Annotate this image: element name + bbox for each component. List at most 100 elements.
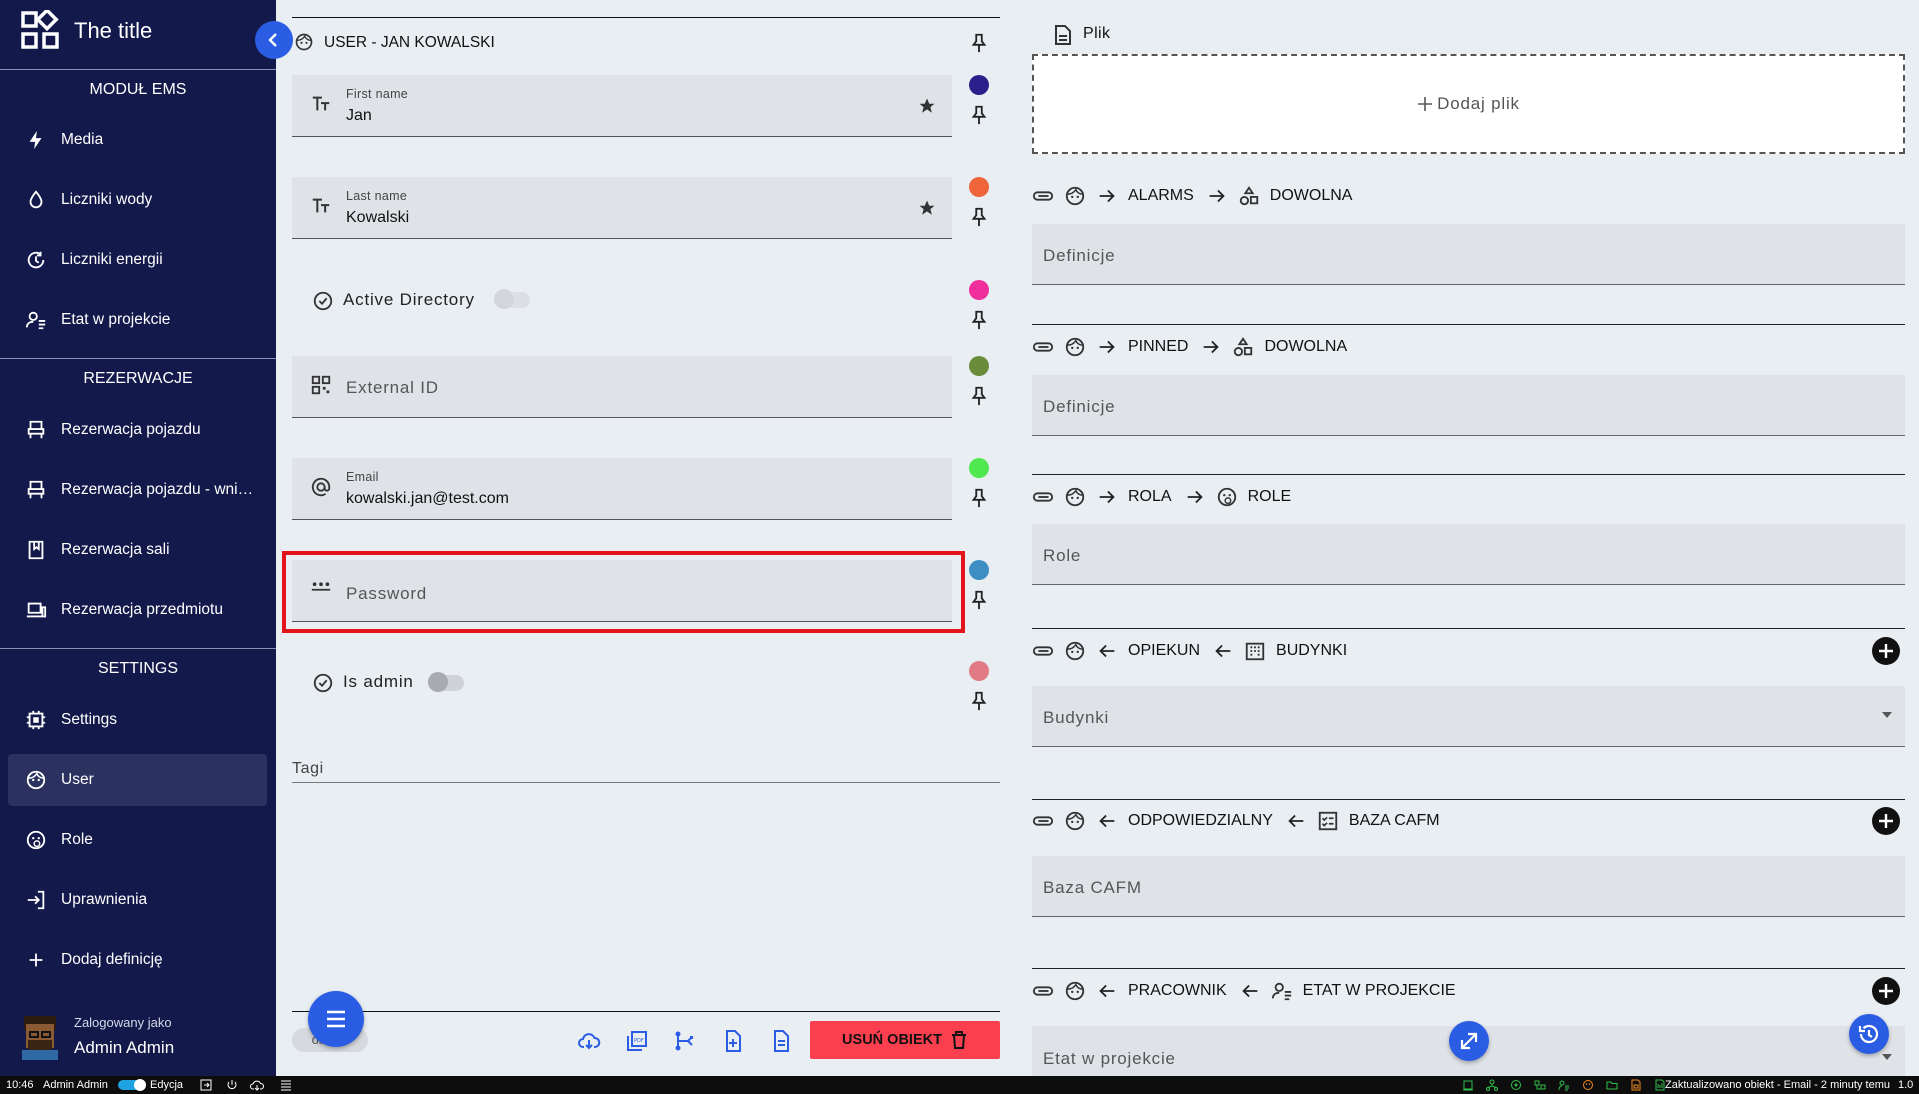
history-button[interactable] — [1849, 1014, 1889, 1054]
color-dot[interactable] — [969, 458, 989, 478]
relation-input-placeholder: Definicje — [1043, 246, 1116, 265]
sidebar-item-label: Rezerwacja przedmiotu — [61, 601, 223, 618]
last-name-value: Kowalski — [346, 209, 410, 226]
add-relation-button[interactable] — [1872, 977, 1900, 1005]
pin-icon[interactable] — [968, 206, 990, 228]
sidebar-item-rezerwacja-pojazdu[interactable]: Rezerwacja pojazdu — [8, 404, 267, 456]
sidebar-item-rezerwacja-sali[interactable]: Rezerwacja sali — [8, 524, 267, 576]
color-dot[interactable] — [969, 75, 989, 95]
relation-header-alarms: ALARMS DOWOLNA — [1032, 181, 1364, 211]
logout-icon[interactable] — [200, 1079, 212, 1091]
sidebar-item-user[interactable]: User — [8, 754, 267, 806]
sidebar-item-label: Role — [61, 831, 93, 848]
delete-object-label: USUŃ OBIEKT — [842, 1032, 942, 1048]
color-dot[interactable] — [969, 560, 989, 580]
qr-code-icon — [311, 375, 331, 395]
sidebar: The title MODUŁ EMS Media Liczniki wody … — [0, 0, 276, 1076]
password-field[interactable]: Password — [292, 560, 952, 622]
sidebar-item-role[interactable]: Role — [8, 814, 267, 866]
cloud-download-icon[interactable] — [577, 1029, 601, 1053]
color-dot[interactable] — [969, 661, 989, 681]
workflow-icon[interactable] — [673, 1029, 697, 1053]
pin-icon[interactable] — [968, 589, 990, 611]
relation-input-pinned[interactable]: Definicje — [1032, 375, 1905, 436]
pin-icon[interactable] — [968, 385, 990, 407]
email-value: kowalski.jan@test.com — [346, 490, 509, 507]
status-orange-icon-2[interactable] — [1630, 1079, 1642, 1091]
sidebar-item-settings[interactable]: Settings — [8, 694, 267, 746]
is-admin-toggle[interactable] — [428, 672, 464, 692]
status-green-icon-2[interactable] — [1486, 1079, 1498, 1091]
power-icon[interactable] — [226, 1079, 238, 1091]
first-name-field[interactable]: First name Jan — [292, 75, 952, 137]
arrow-right-icon — [1099, 340, 1115, 354]
pin-icon[interactable] — [968, 309, 990, 331]
status-green-icon-4[interactable] — [1534, 1079, 1546, 1091]
add-file-dropzone[interactable]: Dodaj plik — [1032, 54, 1905, 154]
relation-name: ROLA — [1128, 488, 1172, 505]
add-relation-button[interactable] — [1872, 637, 1900, 665]
relation-input-placeholder: Etat w projekcie — [1043, 1049, 1176, 1068]
attachment-icon — [1032, 342, 1054, 352]
sidebar-item-etat-w-projekcie[interactable]: Etat w projekcie — [8, 294, 267, 346]
attachment-icon — [1032, 492, 1054, 502]
add-relation-button[interactable] — [1872, 807, 1900, 835]
status-green-icon-6[interactable] — [1606, 1079, 1618, 1091]
relation-input-rola[interactable]: Role — [1032, 524, 1905, 585]
email-field[interactable]: Email kowalski.jan@test.com — [292, 458, 952, 520]
section-divider — [0, 69, 276, 70]
relation-header-pinned: PINNED DOWOLNA — [1032, 332, 1359, 362]
tags-input-line[interactable] — [292, 782, 1000, 783]
collapse-sidebar-button[interactable] — [255, 21, 293, 59]
color-dot[interactable] — [969, 177, 989, 197]
relation-select-opiekun[interactable]: Budynki — [1032, 686, 1905, 747]
chip-icon — [26, 710, 46, 730]
sidebar-item-rezerwacja-pojazdu-wniosek[interactable]: Rezerwacja pojazdu - wniosek — [8, 464, 267, 516]
external-id-placeholder: External ID — [346, 378, 439, 397]
arrow-right-icon — [1204, 340, 1220, 354]
status-orange-icon-1[interactable] — [1582, 1079, 1594, 1091]
file-add-icon[interactable] — [721, 1029, 745, 1053]
sidebar-item-liczniki-energii[interactable]: Liczniki energii — [8, 234, 267, 286]
status-green-icon-1[interactable] — [1462, 1079, 1474, 1091]
pdf-icon[interactable]: PDF — [625, 1029, 649, 1053]
star-icon — [919, 98, 935, 113]
sidebar-item-rezerwacja-przedmiotu[interactable]: Rezerwacja przedmiotu — [8, 584, 267, 636]
status-message: Zaktualizowano obiekt - Email - 2 minuty… — [1665, 1079, 1890, 1091]
color-dot[interactable] — [969, 356, 989, 376]
face-icon — [1065, 641, 1085, 661]
sidebar-item-uprawnienia[interactable]: Uprawnienia — [8, 874, 267, 926]
cloud-sync-icon[interactable] — [250, 1079, 264, 1091]
seat-icon — [27, 480, 45, 499]
arrow-left-icon — [1099, 814, 1115, 828]
list-icon[interactable] — [280, 1079, 292, 1091]
status-green-icon-3[interactable] — [1510, 1079, 1522, 1091]
arrow-right-icon — [1209, 189, 1225, 203]
status-green-icon-5[interactable] — [1558, 1079, 1570, 1091]
relation-input-odpowiedzialny[interactable]: Baza CAFM — [1032, 856, 1905, 917]
logged-user-name: Admin Admin — [74, 1038, 175, 1057]
expand-button[interactable] — [1449, 1021, 1489, 1061]
sidebar-item-dodaj-definicje[interactable]: Dodaj definicję — [8, 934, 267, 986]
pin-icon[interactable] — [968, 32, 990, 54]
document-icon[interactable] — [769, 1029, 793, 1053]
relation-input-alarms[interactable]: Definicje — [1032, 224, 1905, 285]
sidebar-item-liczniki-wody[interactable]: Liczniki wody — [8, 174, 267, 226]
active-directory-label: Active Directory — [343, 290, 475, 309]
sidebar-item-media[interactable]: Media — [8, 114, 267, 166]
color-dot[interactable] — [969, 280, 989, 300]
status-bar: 10:46 Admin Admin Edycja Zaktualizowano … — [0, 1076, 1919, 1094]
logged-as-label: Zalogowany jako — [74, 1015, 172, 1030]
avatar[interactable] — [18, 1012, 62, 1060]
pin-icon[interactable] — [968, 487, 990, 509]
plus-icon — [1879, 984, 1893, 998]
bolt-icon — [29, 130, 42, 150]
pin-icon[interactable] — [968, 104, 990, 126]
last-name-field[interactable]: Last name Kowalski — [292, 177, 952, 239]
active-directory-toggle[interactable] — [494, 289, 530, 309]
external-id-field[interactable]: External ID — [292, 356, 952, 418]
delete-object-button[interactable]: USUŃ OBIEKT — [810, 1021, 1000, 1059]
pin-icon[interactable] — [968, 690, 990, 712]
menu-fab[interactable] — [308, 991, 364, 1047]
edit-mode-toggle[interactable] — [118, 1079, 146, 1091]
